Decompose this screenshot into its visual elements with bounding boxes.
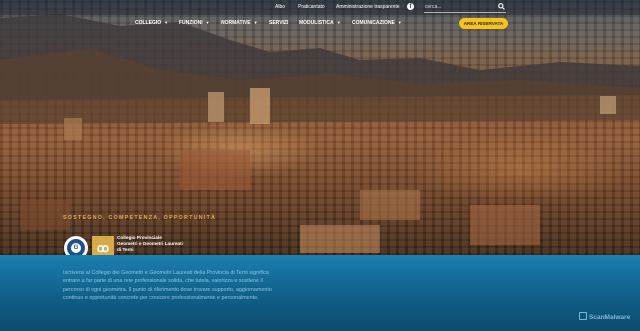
area-riservata-button[interactable]: AREA RISERVATA [459, 18, 508, 29]
hero-background: Albo Praticantato Amministrazione traspa… [0, 0, 640, 255]
nav-item-collegio[interactable]: COLLEGIO ▼ [135, 20, 168, 26]
nav-item-normative[interactable]: NORMATIVE ▼ [221, 20, 258, 26]
watermark-text: ScanMalware [589, 314, 631, 321]
search-box [424, 2, 506, 13]
search-icon[interactable] [498, 3, 505, 10]
caret-down-icon: ▼ [253, 20, 258, 25]
watermark: ScanMalware [579, 312, 630, 321]
geometri-logo-mark[interactable]: ꝏ [92, 236, 114, 255]
caret-down-icon: ▼ [336, 20, 341, 25]
nav-item-comunicazione[interactable]: COMUNICAZIONE ▼ [352, 20, 402, 26]
caret-down-icon: ▼ [205, 20, 210, 25]
topbar-link-praticantato[interactable]: Praticantato [298, 4, 325, 10]
collegio-seal-logo[interactable]: G [64, 236, 88, 255]
caret-down-icon: ▼ [397, 20, 402, 25]
shield-icon [579, 312, 587, 320]
main-navigation: COLLEGIO ▼ FUNZIONI ▼ NORMATIVE ▼ SERVIZI M… [0, 15, 640, 33]
nav-item-funzioni[interactable]: FUNZIONI ▼ [179, 20, 210, 26]
organization-name: Collegio Provinciale Geometri e Geometri… [117, 235, 183, 253]
nav-item-label: NORMATIVE [221, 20, 251, 26]
facebook-icon[interactable]: f [407, 3, 414, 10]
nav-item-modulistica[interactable]: MODULISTICA ▼ [299, 20, 341, 26]
org-name-line-3: di Terni [117, 247, 134, 252]
intro-description: Iscriversi al Collegio dei Geometri e Ge… [63, 270, 272, 302]
nav-item-label: FUNZIONI [179, 20, 203, 26]
caret-down-icon: ▼ [164, 20, 169, 25]
nav-item-label: COMUNICAZIONE [352, 20, 395, 26]
topbar-link-albo[interactable]: Albo [275, 4, 285, 10]
topbar-link-amministrazione[interactable]: Amministrazione trasparente [336, 4, 400, 10]
nav-item-label: SERVIZI [269, 20, 289, 26]
top-utility-bar: Albo Praticantato Amministrazione traspa… [0, 0, 640, 15]
nav-item-label: MODULISTICA [299, 20, 334, 26]
nav-item-label: COLLEGIO [135, 20, 162, 26]
nav-item-servizi[interactable]: SERVIZI [269, 20, 288, 26]
search-input[interactable] [425, 2, 493, 12]
seal-glyph: G [71, 243, 81, 253]
hero-tagline: SOSTEGNO, COMPETENZA, OPPORTUNITÀ [63, 215, 217, 221]
